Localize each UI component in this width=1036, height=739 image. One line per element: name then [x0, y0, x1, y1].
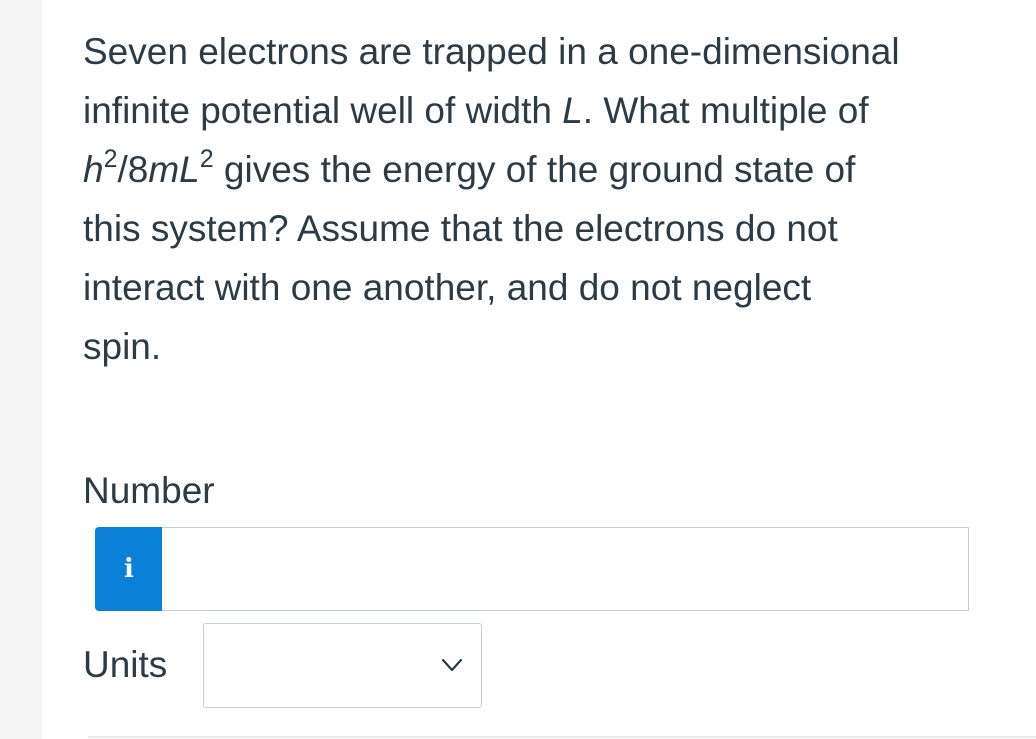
variable-mL: mL	[148, 149, 200, 190]
left-gutter	[0, 0, 42, 739]
info-button[interactable]: i	[95, 527, 163, 611]
question-line-3-suffix: gives the energy of the ground state of	[213, 149, 856, 190]
info-icon: i	[124, 554, 134, 584]
units-select[interactable]	[203, 623, 482, 708]
question-line-4: this system? Assume that the electrons d…	[83, 208, 838, 249]
exponent-h: 2	[103, 144, 118, 173]
variable-L: L	[562, 90, 583, 131]
question-line-1: Seven electrons are trapped in a one-dim…	[83, 31, 900, 72]
divider	[88, 736, 1036, 738]
question-line-2-suffix: . What multiple of	[582, 90, 869, 131]
chevron-down-icon	[441, 658, 463, 672]
exponent-L: 2	[199, 144, 214, 173]
number-input[interactable]	[162, 527, 969, 611]
question-line-6: spin.	[83, 326, 162, 367]
question-line-2: infinite potential well of width L. What…	[83, 81, 1013, 140]
divide-eight: /8	[117, 149, 149, 190]
question-line-3: h2/8mL2 gives the energy of the ground s…	[83, 140, 1013, 199]
question-line-5: interact with one another, and do not ne…	[83, 267, 812, 308]
units-label: Units	[83, 644, 168, 685]
number-label: Number	[83, 470, 215, 511]
variable-h: h	[83, 149, 104, 190]
question-text: Seven electrons are trapped in a one-dim…	[83, 22, 1013, 376]
question-line-2-prefix: infinite potential well of width	[83, 90, 563, 131]
